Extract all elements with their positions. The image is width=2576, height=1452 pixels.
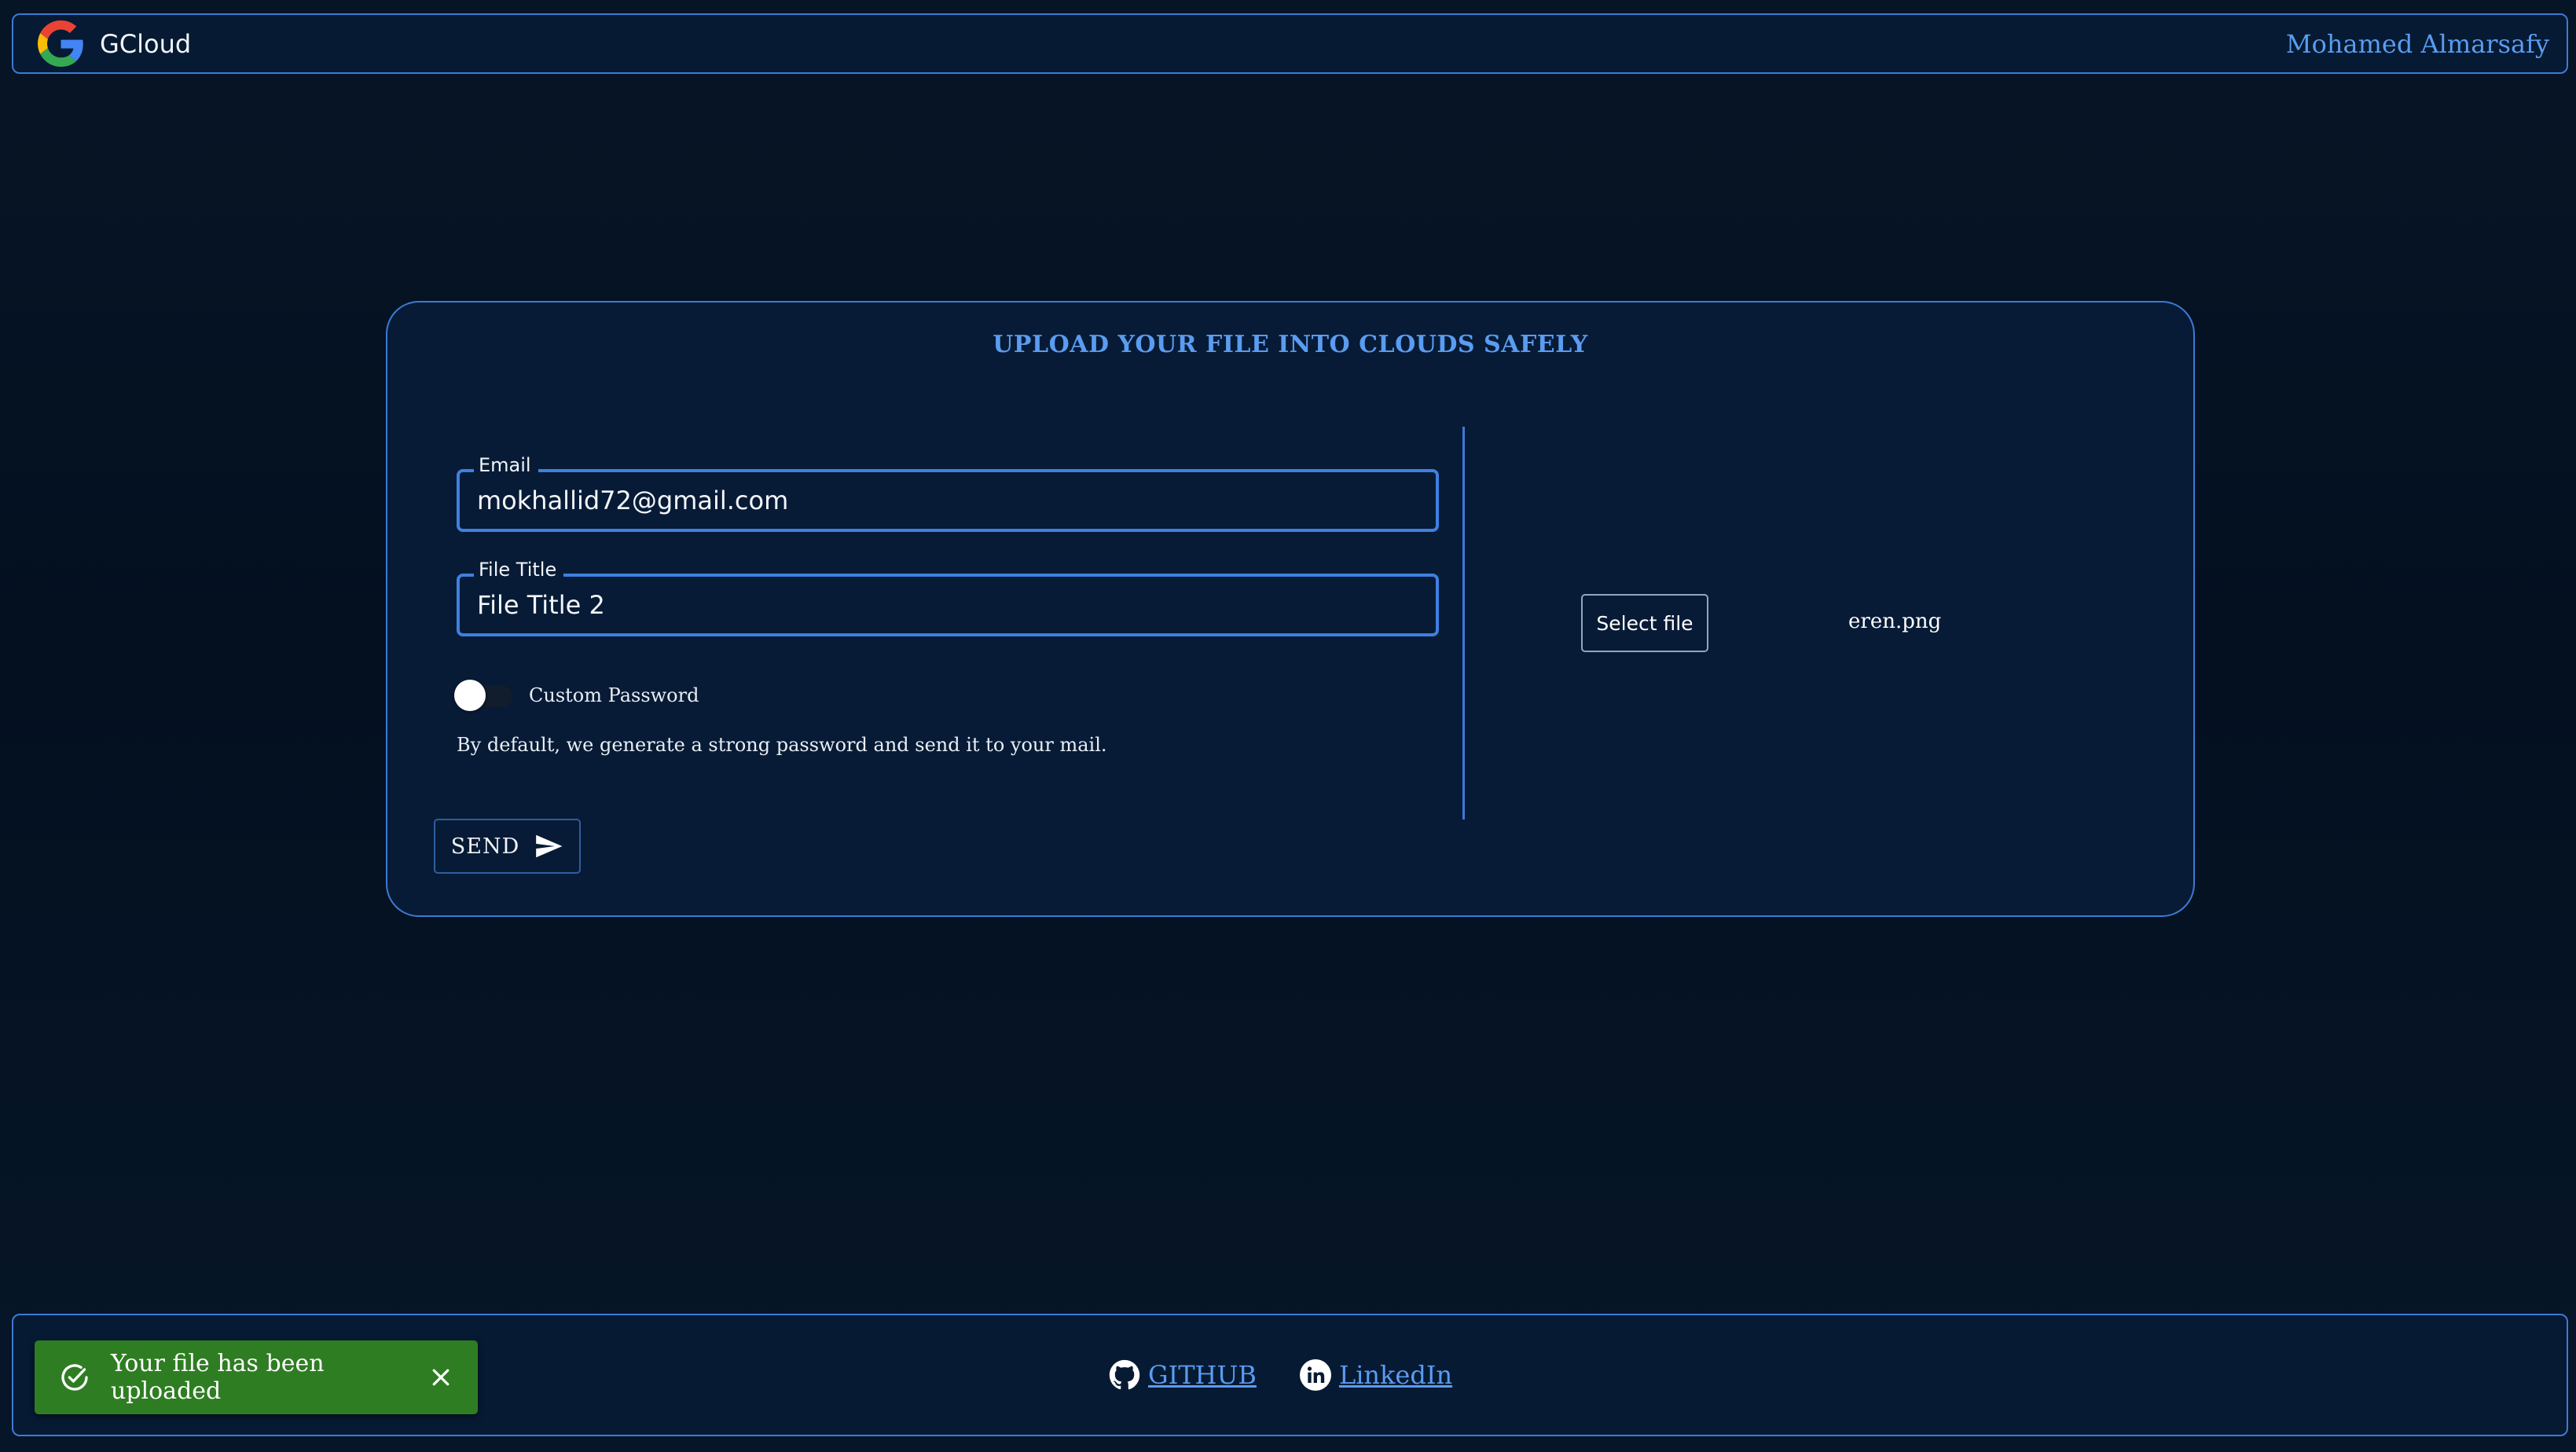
upload-card: UPLOAD YOUR FILE INTO CLOUDS SAFELY Emai…	[386, 301, 2195, 917]
linkedin-icon	[1299, 1359, 1331, 1391]
send-icon	[534, 831, 563, 861]
selected-file-name: eren.png	[1848, 610, 1942, 633]
brand-name: GCloud	[100, 28, 192, 59]
vertical-divider	[1462, 427, 1465, 820]
close-icon	[432, 1369, 450, 1386]
github-icon	[1109, 1359, 1140, 1391]
check-circle-icon	[59, 1362, 90, 1393]
google-g-icon	[38, 20, 84, 67]
success-toast: Your file has been uploaded	[35, 1340, 478, 1414]
toast-close-button[interactable]	[427, 1363, 454, 1392]
email-input[interactable]	[477, 472, 1425, 529]
linkedin-link[interactable]: LinkedIn	[1299, 1359, 1453, 1391]
custom-password-label: Custom Password	[529, 684, 699, 706]
footer-links: GITHUB LinkedIn	[1109, 1359, 1452, 1391]
select-file-button[interactable]: Select file	[1581, 594, 1708, 652]
file-title-field: File Title	[457, 558, 1439, 636]
brand[interactable]: GCloud	[38, 20, 191, 67]
custom-password-toggle[interactable]	[454, 680, 512, 711]
github-link[interactable]: GITHUB	[1109, 1359, 1257, 1391]
github-link-label: GITHUB	[1148, 1360, 1257, 1390]
toggle-knob	[454, 680, 486, 711]
file-title-input[interactable]	[477, 577, 1425, 633]
custom-password-row: Custom Password	[454, 680, 699, 711]
user-name[interactable]: Mohamed Almarsafy	[2286, 29, 2549, 59]
password-hint: By default, we generate a strong passwor…	[457, 734, 1107, 756]
send-button[interactable]: SEND	[434, 819, 581, 874]
email-field: Email	[457, 453, 1439, 532]
toast-message: Your file has been uploaded	[111, 1350, 325, 1405]
upload-card-title: UPLOAD YOUR FILE INTO CLOUDS SAFELY	[993, 331, 1588, 358]
send-button-label: SEND	[450, 834, 520, 859]
top-header: GCloud Mohamed Almarsafy	[12, 13, 2568, 74]
linkedin-link-label: LinkedIn	[1338, 1360, 1453, 1390]
